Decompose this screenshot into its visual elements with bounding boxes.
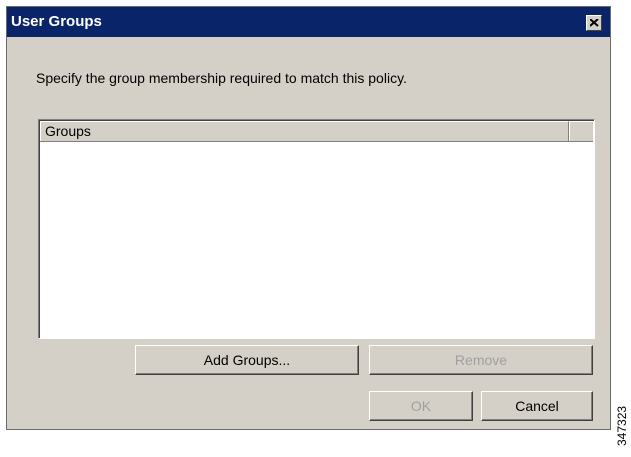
figure-id-label: 347323 xyxy=(615,406,629,446)
figure-id-text: 347323 xyxy=(615,406,629,446)
close-icon xyxy=(590,19,599,27)
column-header-groups[interactable]: Groups xyxy=(40,121,569,141)
groups-list[interactable]: Groups xyxy=(38,119,595,339)
remove-button[interactable]: Remove xyxy=(369,345,593,375)
ok-button[interactable]: OK xyxy=(369,391,473,421)
cancel-button[interactable]: Cancel xyxy=(481,391,593,421)
close-button[interactable] xyxy=(586,15,602,31)
title-bar[interactable]: User Groups xyxy=(7,7,610,37)
window-title: User Groups xyxy=(11,13,102,30)
add-groups-button[interactable]: Add Groups... xyxy=(135,345,359,375)
list-header: Groups xyxy=(40,121,593,142)
list-body[interactable] xyxy=(40,142,593,337)
column-header-filler xyxy=(569,121,593,141)
user-groups-dialog: User Groups Specify the group membership… xyxy=(6,6,611,430)
instruction-text: Specify the group membership required to… xyxy=(36,70,407,86)
